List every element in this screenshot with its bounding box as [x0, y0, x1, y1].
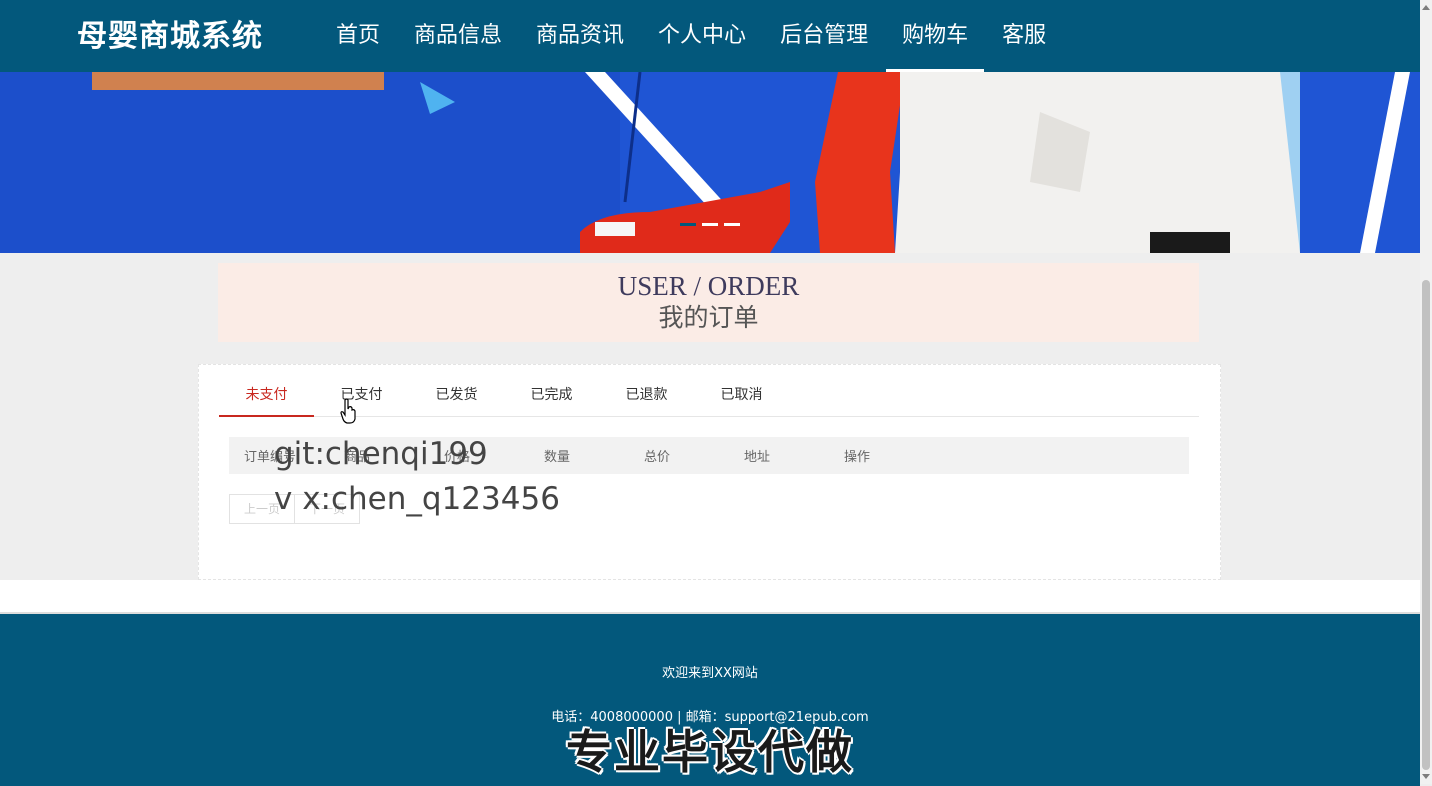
- column-header: 总价: [644, 450, 671, 465]
- tab-unpaid[interactable]: 未支付: [219, 375, 314, 417]
- nav-admin[interactable]: 后台管理: [764, 0, 884, 72]
- section-title-cn: 我的订单: [658, 303, 759, 332]
- footer-welcome: 欢迎来到XX网站: [662, 666, 758, 681]
- tab-shipped[interactable]: 已发货: [409, 375, 504, 416]
- nav-cart[interactable]: 购物车: [886, 0, 985, 72]
- order-status-tabs: 未支付 已支付 已发货 已完成 已退款 已取消: [219, 375, 1199, 417]
- orders-panel: 未支付 已支付 已发货 已完成 已退款 已取消 订单编号 商品 价格 数量 总价…: [198, 364, 1221, 580]
- carousel-dot-1[interactable]: [680, 223, 696, 226]
- section-title-en: USER / ORDER: [617, 271, 800, 301]
- banner-carousel[interactable]: [0, 72, 1420, 253]
- carousel-dots: [680, 223, 740, 226]
- top-navbar: 母婴商城系统 首页 商品信息 商品资讯 个人中心 后台管理 购物车 客服: [0, 0, 1420, 72]
- tab-paid[interactable]: 已支付: [314, 375, 409, 416]
- tab-cancelled[interactable]: 已取消: [694, 375, 789, 416]
- carousel-dot-2[interactable]: [702, 223, 718, 226]
- column-header: 数量: [544, 450, 571, 465]
- nav-home[interactable]: 首页: [320, 0, 396, 72]
- tab-completed[interactable]: 已完成: [504, 375, 599, 416]
- page-scrollbar[interactable]: [1420, 0, 1432, 784]
- main-nav: 首页 商品信息 商品资讯 个人中心 后台管理 购物车 客服: [320, 0, 1064, 72]
- nav-products[interactable]: 商品信息: [398, 0, 518, 72]
- column-header: 操作: [844, 450, 871, 465]
- carousel-dot-3[interactable]: [724, 223, 740, 226]
- site-brand[interactable]: 母婴商城系统: [77, 18, 263, 56]
- hand-cursor-icon: [340, 398, 356, 424]
- column-header: 地址: [744, 450, 771, 465]
- footer-spacer: [0, 580, 1420, 612]
- site-footer: 欢迎来到XX网站 电话：4008000000 | 邮箱：support@21ep…: [0, 612, 1420, 786]
- nav-profile[interactable]: 个人中心: [642, 0, 762, 72]
- nav-news[interactable]: 商品资讯: [520, 0, 640, 72]
- scroll-up-arrow-icon[interactable]: [1422, 5, 1430, 10]
- section-title-band: USER / ORDER 我的订单: [218, 263, 1199, 342]
- tab-refunded[interactable]: 已退款: [599, 375, 694, 416]
- watermark-line-2: v x:chen_q123456: [274, 481, 560, 517]
- scrollbar-thumb[interactable]: [1422, 280, 1430, 770]
- nav-service[interactable]: 客服: [986, 0, 1062, 72]
- scroll-down-arrow-icon[interactable]: [1422, 774, 1430, 779]
- footer-stamp-watermark: 专业毕设代做: [566, 725, 854, 779]
- watermark-line-1: git:chenqi199: [274, 436, 488, 472]
